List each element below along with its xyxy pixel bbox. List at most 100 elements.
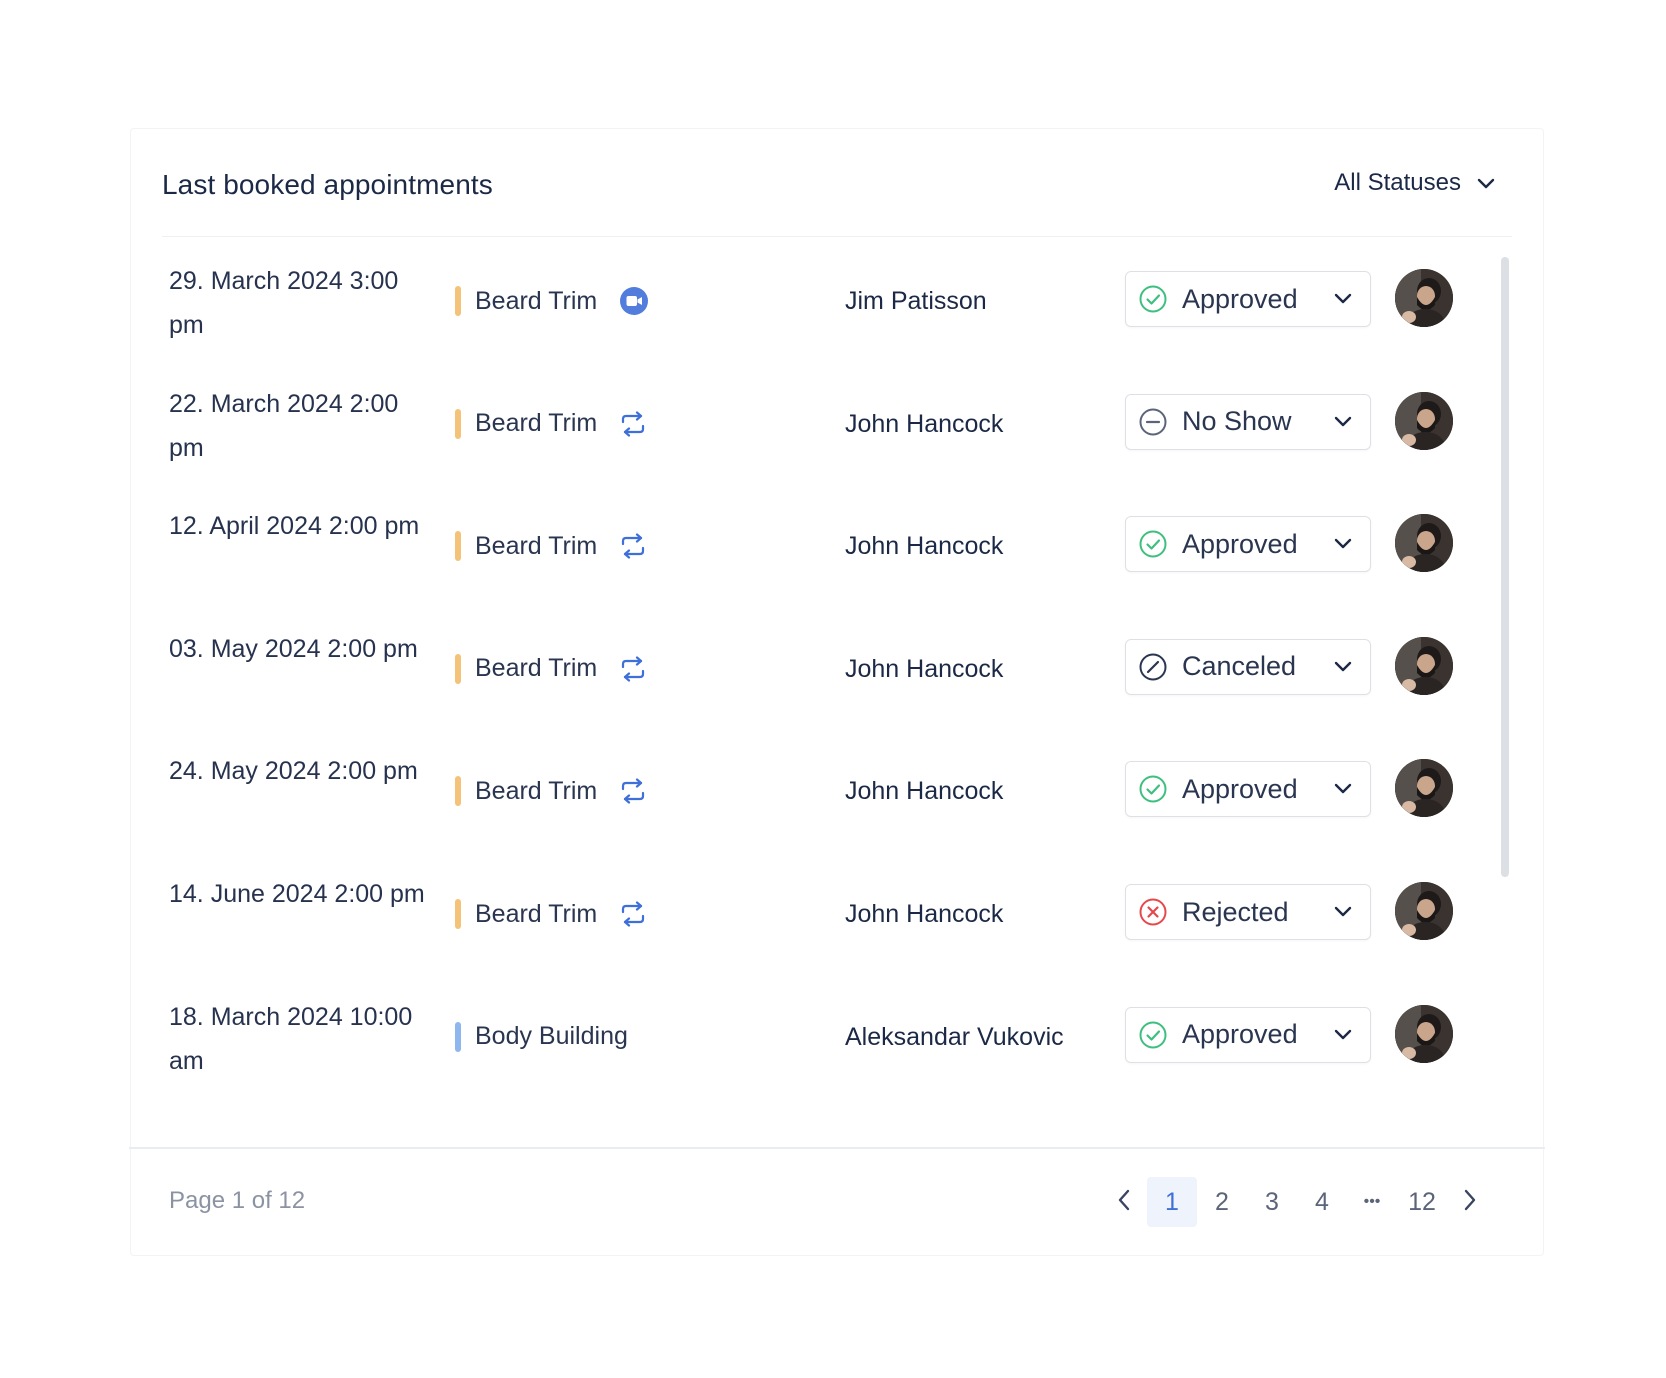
appointment-row[interactable]: 12. April 2024 2:00 pm Beard Trim John H… xyxy=(131,482,1511,613)
avatar xyxy=(1395,636,1453,695)
chevron-down-icon xyxy=(1334,661,1352,673)
avatar xyxy=(1395,514,1453,573)
recurring-icon xyxy=(619,778,647,804)
chevron-down-icon xyxy=(1334,538,1352,550)
status-select[interactable]: No Show xyxy=(1125,393,1371,450)
appointment-service: Beard Trim xyxy=(455,526,647,566)
check-circle-icon xyxy=(1138,1020,1168,1050)
service-name: Body Building xyxy=(475,1022,628,1051)
avatar xyxy=(1395,391,1453,450)
video-camera-icon xyxy=(619,286,649,316)
footer-divider xyxy=(129,1147,1545,1149)
service-color-bar xyxy=(455,1021,461,1052)
appointment-service: Beard Trim xyxy=(455,649,647,689)
chevron-down-icon xyxy=(1334,906,1352,918)
chevron-down-icon xyxy=(1477,169,1495,197)
appointment-row[interactable]: 14. June 2024 2:00 pm Beard Trim John Ha… xyxy=(131,850,1511,981)
appointments-card: Last booked appointments All Statuses 29… xyxy=(129,128,1545,1256)
customer-name: Aleksandar Vukovic xyxy=(845,1022,1064,1051)
chevron-down-icon xyxy=(1334,1029,1352,1041)
pagination: 1 2 3 4 ••• 12 xyxy=(1101,1177,1493,1227)
status-select[interactable]: Approved xyxy=(1125,1006,1371,1063)
x-circle-icon xyxy=(1138,897,1168,927)
service-name: Beard Trim xyxy=(475,776,598,805)
next-page-button[interactable] xyxy=(1447,1177,1493,1227)
service-name: Beard Trim xyxy=(475,531,598,560)
service-color-bar xyxy=(455,408,461,439)
appointment-row[interactable]: 18. March 2024 10:00 am Body Building Al… xyxy=(131,973,1511,1104)
avatar xyxy=(1395,882,1453,940)
card-title: Last booked appointments xyxy=(162,169,493,200)
avatar xyxy=(1395,269,1453,327)
recurring-icon xyxy=(619,901,647,927)
appointment-date: 22. March 2024 2:00 pm xyxy=(169,389,399,462)
customer-name: John Hancock xyxy=(845,532,1004,561)
status-select[interactable]: Approved xyxy=(1125,761,1371,818)
status-select[interactable]: Rejected xyxy=(1125,884,1371,940)
appointment-date: 18. March 2024 10:00 am xyxy=(169,1002,413,1075)
page-button[interactable]: 4 xyxy=(1297,1177,1347,1227)
service-name: Beard Trim xyxy=(475,899,598,928)
status-select[interactable]: Approved xyxy=(1125,516,1371,573)
status-label: Rejected xyxy=(1182,896,1289,927)
appointment-date: 14. June 2024 2:00 pm xyxy=(169,880,425,908)
status-label: Approved xyxy=(1182,528,1298,559)
status-label: Approved xyxy=(1182,283,1298,314)
service-color-bar xyxy=(455,531,461,562)
page-info: Page 1 of 12 xyxy=(169,1187,306,1214)
chevron-right-icon xyxy=(1463,1189,1477,1216)
page-button[interactable]: 1 xyxy=(1147,1177,1197,1227)
appointment-date: 24. May 2024 2:00 pm xyxy=(169,757,418,786)
appointment-list[interactable]: 29. March 2024 3:00 pm Beard Trim Jim Pa… xyxy=(131,237,1543,1147)
card-header: Last booked appointments All Statuses xyxy=(131,129,1543,237)
status-label: No Show xyxy=(1182,406,1292,437)
scrollbar[interactable] xyxy=(1501,257,1509,877)
appointment-row[interactable]: 03. May 2024 2:00 pm Beard Trim John Han… xyxy=(131,605,1511,736)
appointment-service: Beard Trim xyxy=(455,404,647,444)
appointment-service: Body Building xyxy=(455,1017,628,1057)
chevron-down-icon xyxy=(1334,783,1352,795)
status-filter-dropdown[interactable]: All Statuses xyxy=(1334,169,1495,197)
appointment-date: 29. March 2024 3:00 pm xyxy=(169,267,399,339)
appointment-row[interactable]: 24. May 2024 2:00 pm Beard Trim John Han… xyxy=(131,727,1511,858)
prev-page-button[interactable] xyxy=(1101,1177,1147,1227)
page-buttons: 1 2 3 4 ••• 12 xyxy=(1147,1177,1447,1227)
service-name: Beard Trim xyxy=(475,409,598,438)
avatar xyxy=(1395,1004,1453,1063)
page-button[interactable]: 12 xyxy=(1397,1177,1447,1227)
service-color-bar xyxy=(455,776,461,807)
minus-circle-icon xyxy=(1138,407,1168,437)
status-select[interactable]: Canceled xyxy=(1125,638,1371,695)
page-ellipsis: ••• xyxy=(1363,1193,1381,1210)
avatar xyxy=(1395,759,1453,818)
status-label: Approved xyxy=(1182,1019,1298,1050)
appointment-service: Beard Trim xyxy=(455,771,647,811)
page-button[interactable]: 2 xyxy=(1197,1177,1247,1227)
chevron-down-icon xyxy=(1334,416,1352,428)
appointment-date: 12. April 2024 2:00 pm xyxy=(169,512,420,541)
status-label: Approved xyxy=(1182,773,1298,804)
slash-circle-icon xyxy=(1138,652,1168,682)
recurring-icon xyxy=(619,410,647,437)
status-select[interactable]: Approved xyxy=(1125,271,1371,327)
page-button[interactable]: 3 xyxy=(1247,1177,1297,1227)
customer-name: John Hancock xyxy=(845,777,1004,806)
chevron-down-icon xyxy=(1334,293,1352,305)
check-circle-icon xyxy=(1138,529,1168,559)
customer-name: John Hancock xyxy=(845,654,1004,683)
service-color-bar xyxy=(455,899,461,929)
service-name: Beard Trim xyxy=(475,286,598,315)
service-color-bar xyxy=(455,286,461,316)
recurring-icon xyxy=(619,656,647,682)
check-circle-icon xyxy=(1138,284,1168,314)
customer-name: John Hancock xyxy=(845,409,1004,438)
status-label: Canceled xyxy=(1182,651,1297,682)
appointment-service: Beard Trim xyxy=(455,281,649,321)
appointment-row[interactable]: 22. March 2024 2:00 pm Beard Trim John H… xyxy=(131,360,1511,491)
customer-name: Jim Patisson xyxy=(845,287,987,315)
recurring-icon xyxy=(619,533,647,559)
appointment-row[interactable]: 29. March 2024 3:00 pm Beard Trim Jim Pa… xyxy=(131,237,1511,368)
appointment-service: Beard Trim xyxy=(455,894,647,934)
appointment-date: 03. May 2024 2:00 pm xyxy=(169,634,418,663)
customer-name: John Hancock xyxy=(845,900,1004,928)
